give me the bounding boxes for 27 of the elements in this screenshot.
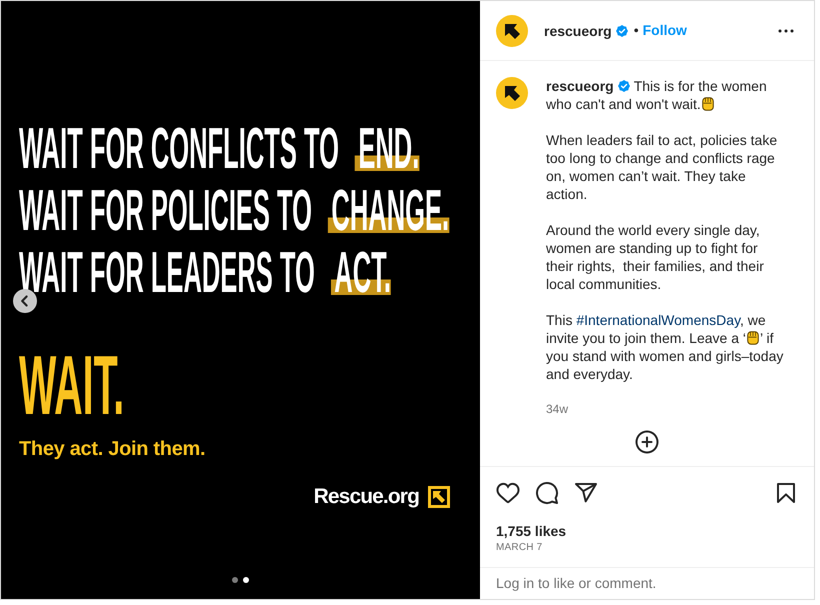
username-link[interactable]: rescueorg (546, 78, 614, 94)
caption-paragraph: rescueorg This is for the women who can't and won't wait. (546, 77, 768, 113)
avatar-icon[interactable] (496, 77, 528, 109)
slide-indicator-dot[interactable] (243, 577, 249, 583)
caption-paragraph: When leaders fail to act, policies take too long to change and conflicts rage on, women can’t wait. They take action. (546, 131, 778, 203)
poster-tagline: They act. Join them. (19, 437, 206, 461)
separator-dot: • (634, 21, 639, 40)
logo-mark-icon (428, 486, 450, 508)
comment-icon[interactable] (535, 481, 559, 505)
login-link[interactable]: Log in (496, 575, 534, 591)
raised-fist-icon (702, 97, 714, 111)
logo-wordmark: Rescue.org (314, 485, 419, 509)
poster-headline: WAIT. (19, 343, 124, 427)
post-date: MARCH 7 (496, 541, 544, 555)
heart-icon[interactable] (496, 481, 520, 505)
post-time: 34w (546, 401, 570, 417)
paper-plane-icon[interactable] (574, 481, 598, 505)
slide-indicator-dot[interactable] (232, 577, 238, 583)
hashtag-link[interactable]: #InternationalWomensDay (576, 312, 740, 328)
login-prompt: Log in to like or comment. (496, 574, 656, 593)
caption-paragraph: Around the world every single day, women are standing up to fight for their rights, their families, and their local communities. (546, 221, 765, 293)
bookmark-icon[interactable] (774, 481, 798, 505)
caption-paragraph: This #InternationalWomensDay, we invite you to join them. Leave a ‘ ’ if you stand with women and girls–today and everyday. (546, 311, 784, 383)
username-link[interactable]: rescueorg (544, 22, 612, 40)
likes-count[interactable]: 1,755 likes (496, 522, 798, 540)
raised-fist-icon (747, 331, 760, 345)
avatar-icon[interactable] (496, 14, 528, 46)
